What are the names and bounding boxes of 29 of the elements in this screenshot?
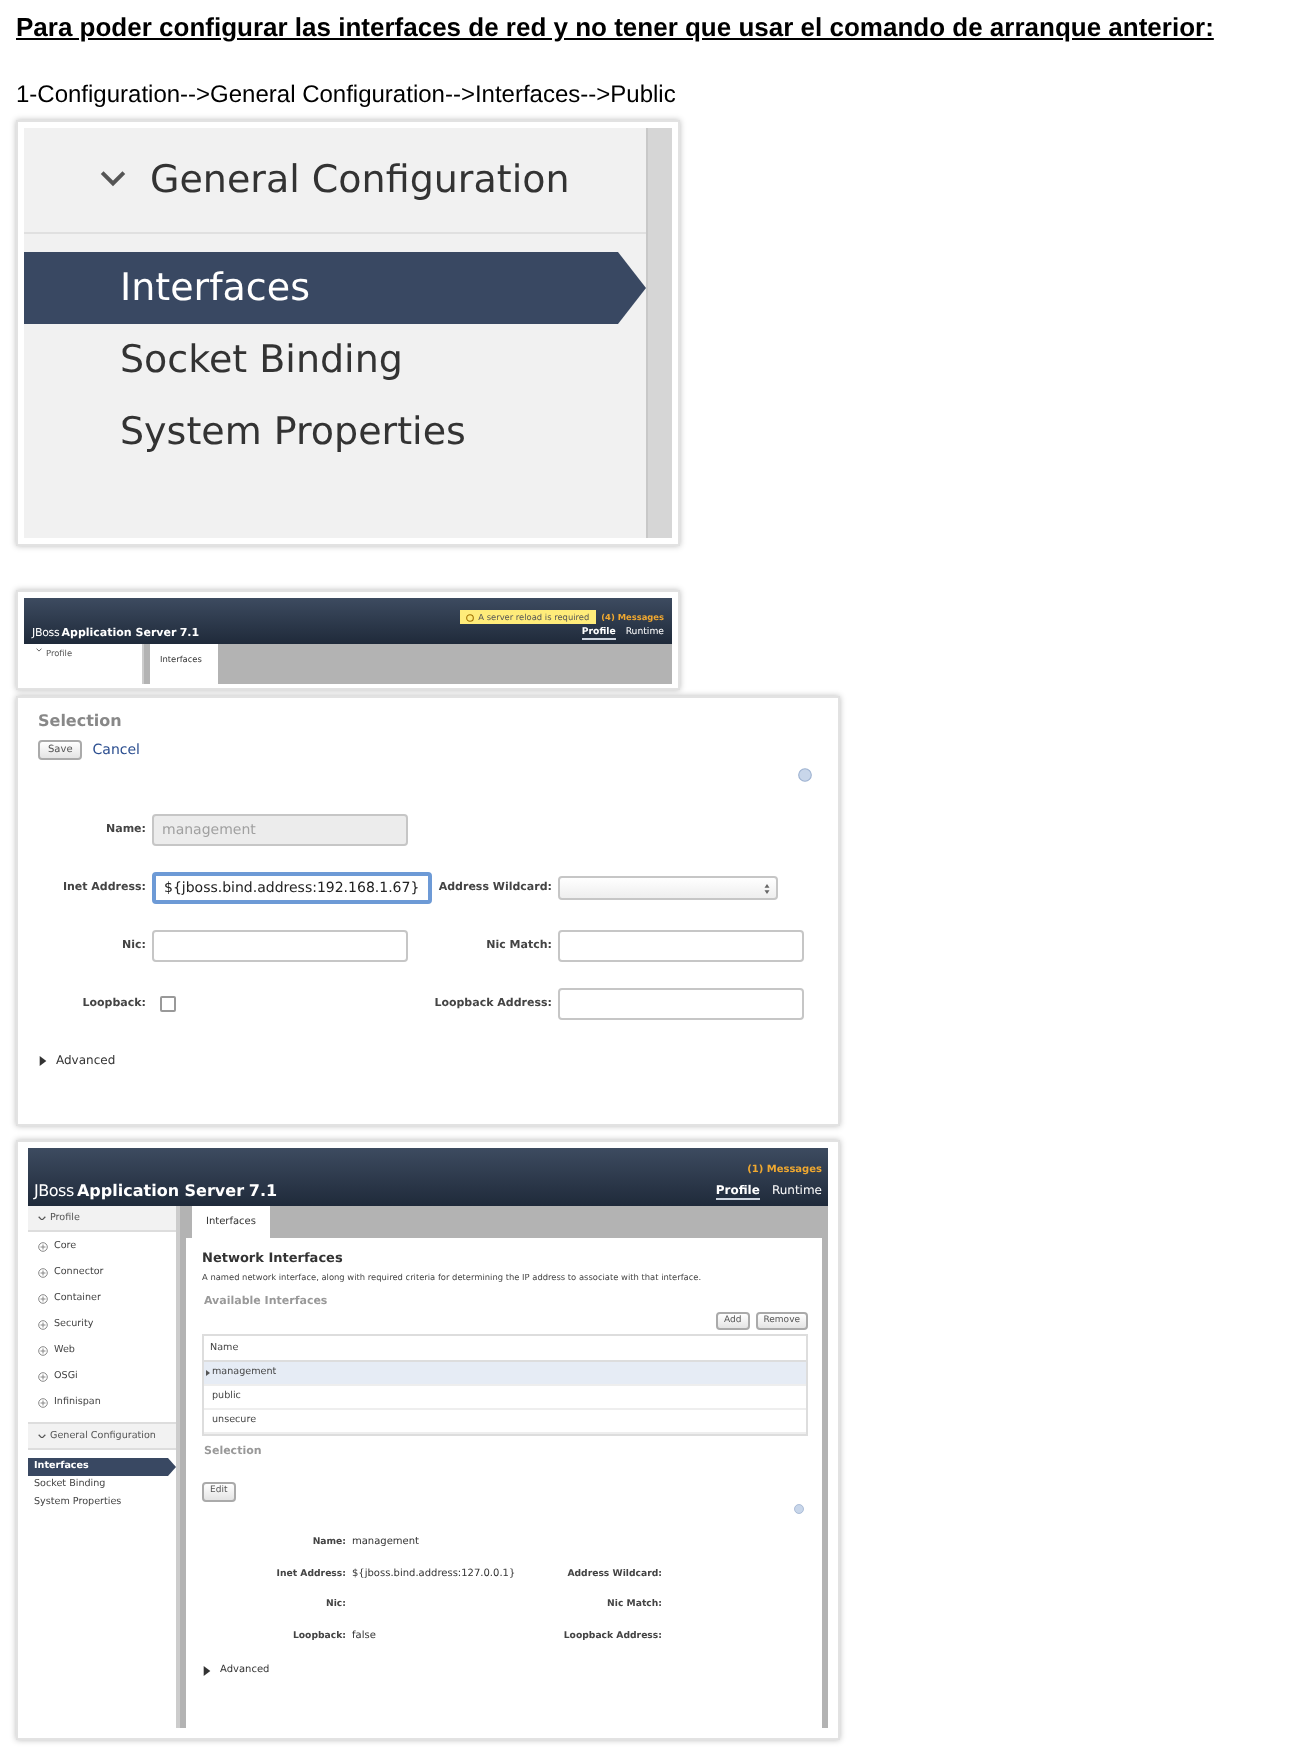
section-title: Selection xyxy=(38,712,124,730)
chevron-down-icon xyxy=(38,1215,46,1221)
menu-item[interactable]: System Properties xyxy=(24,396,618,468)
help-icon[interactable] xyxy=(798,768,812,782)
help-icon[interactable] xyxy=(794,1504,804,1515)
plus-circle-icon[interactable] xyxy=(38,1372,48,1382)
updown-arrows-icon xyxy=(764,883,770,893)
plus-circle-icon[interactable] xyxy=(38,1320,48,1330)
plus-circle-icon[interactable] xyxy=(38,1294,48,1304)
text-field[interactable] xyxy=(152,930,408,962)
plus-circle-icon[interactable] xyxy=(38,1346,48,1356)
text-field[interactable] xyxy=(558,930,804,962)
chevron-down-icon xyxy=(38,1433,46,1439)
plus-circle-icon[interactable] xyxy=(38,1242,48,1252)
menu-item[interactable]: Interfaces xyxy=(24,252,646,324)
menu-item[interactable]: Socket Binding xyxy=(24,324,618,396)
product-title: JBoss Application Server 7.1 xyxy=(34,1182,278,1200)
warning-icon xyxy=(466,613,475,621)
plus-circle-icon[interactable] xyxy=(38,1398,48,1408)
heading: Para poder configurar las interfaces de red y no tener que usar el comando de arranque anterior: xyxy=(16,12,1214,42)
triangle-right-icon xyxy=(38,1056,48,1066)
dropdown[interactable] xyxy=(558,876,778,900)
checkbox[interactable] xyxy=(160,996,176,1012)
chevron-down-icon xyxy=(36,648,42,653)
text-field[interactable] xyxy=(558,988,804,1020)
instruction-text: 1-Configuration-->General Configuration-->Interfaces-->Public xyxy=(16,80,676,108)
chevron-down-icon xyxy=(100,170,126,190)
triangle-right-icon xyxy=(202,1665,212,1676)
plus-circle-icon[interactable] xyxy=(38,1268,48,1278)
